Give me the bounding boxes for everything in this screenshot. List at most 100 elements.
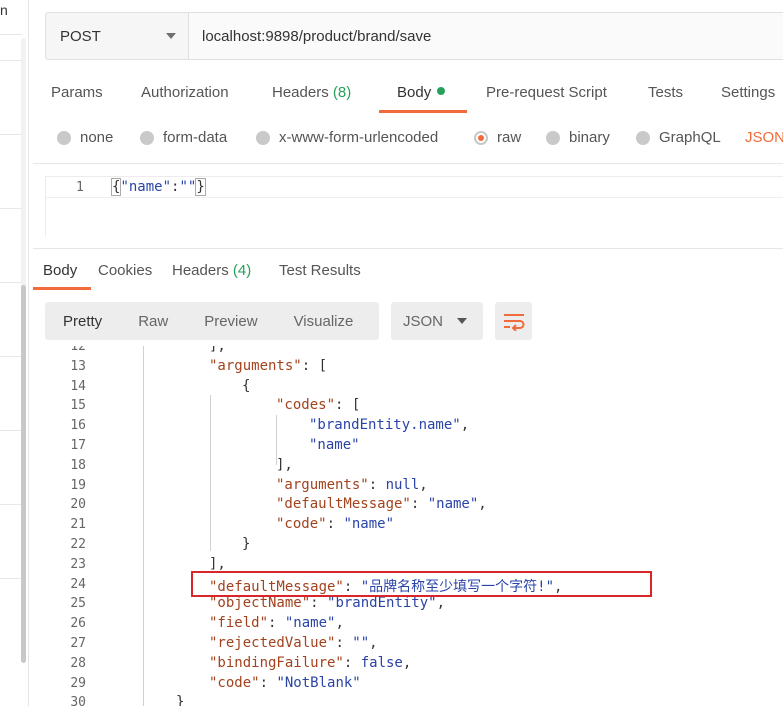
line-number: 26 (70, 616, 86, 632)
tab-settings[interactable]: Settings (721, 84, 775, 101)
code-text: "brandEntity.name", (309, 417, 470, 434)
method-select[interactable]: POST (46, 13, 189, 59)
view-visualize-button[interactable]: Visualize (276, 302, 372, 340)
tab-test-results[interactable]: Test Results (279, 262, 361, 279)
tab-pre-request-script[interactable]: Pre-request Script (486, 84, 607, 101)
code-line: 15 "codes": [ (33, 397, 783, 417)
divider (33, 248, 783, 249)
request-tabs: Params Authorization Headers (8) Body Pr… (33, 80, 783, 113)
line-number: 15 (70, 398, 86, 414)
code-line: 13 "arguments": [ (33, 358, 783, 378)
sidebar-scrollbar-thumb[interactable] (21, 285, 26, 663)
response-headers-count: (4) (232, 262, 252, 279)
sidebar-divider (0, 578, 22, 579)
active-tab-underline (379, 110, 467, 113)
code-line: 21 "code": "name" (33, 516, 783, 536)
sidebar-glyph: n (0, 2, 8, 18)
radio-circle (140, 130, 154, 145)
sidebar-divider (0, 504, 22, 505)
chevron-down-icon (457, 318, 467, 324)
code-line: 25 "objectName": "brandEntity", (33, 595, 783, 615)
code-text: ], (209, 555, 226, 572)
line-number: 27 (70, 636, 86, 651)
code-text: "objectName": "brandEntity", (209, 595, 446, 612)
sidebar-divider (0, 134, 22, 135)
code-line: 27 "rejectedValue": "", (33, 635, 783, 655)
tab-headers[interactable]: Headers (8) (272, 84, 351, 101)
response-format-select[interactable]: JSON (391, 302, 483, 340)
wrap-lines-icon (503, 314, 524, 331)
code-line: 17 "name" (33, 437, 783, 457)
radio-circle (636, 130, 650, 145)
code-line: 20 "defaultMessage": "name", (33, 496, 783, 516)
headers-count: (8) (332, 84, 352, 101)
code-text: } (176, 694, 185, 706)
line-number: 1 (76, 180, 84, 195)
radio-none[interactable]: none (57, 129, 113, 146)
response-body-viewer[interactable]: 12], 13 "arguments": [14{15 "codes": [16 "br… (33, 346, 783, 706)
code-text: ], (276, 456, 293, 473)
request-panel: POST localhost:9898/product/brand/save P… (33, 0, 783, 706)
active-tab-underline (33, 287, 91, 290)
code-text: "arguments": null, (276, 476, 428, 493)
body-format-select[interactable]: JSON (745, 129, 783, 146)
code-line: 29 "code": "NotBlank" (33, 675, 783, 695)
divider (33, 163, 783, 164)
radio-circle (546, 130, 560, 145)
tab-authorization[interactable]: Authorization (141, 84, 229, 101)
method-label: POST (60, 27, 101, 45)
annotation-highlight-box (191, 571, 652, 597)
radio-binary[interactable]: binary (546, 129, 610, 146)
chevron-down-icon (166, 33, 176, 39)
request-body-code: {"name":""} (110, 178, 206, 196)
code-text: "name" (309, 437, 360, 453)
code-text: "field": "name", (209, 615, 344, 632)
request-body-editor[interactable]: 1 {"name":""} (45, 176, 783, 236)
code-line: 12], (33, 346, 783, 358)
line-number: 29 (70, 675, 86, 691)
line-number: 23 (70, 556, 86, 572)
url-input[interactable]: localhost:9898/product/brand/save (189, 13, 783, 59)
code-text: ], (209, 346, 226, 354)
line-number: 28 (70, 655, 86, 671)
request-url-bar: POST localhost:9898/product/brand/save (45, 12, 783, 60)
view-pretty-button[interactable]: Pretty (45, 302, 120, 340)
radio-raw[interactable]: raw (474, 129, 521, 146)
radio-circle (57, 130, 71, 145)
code-line: 16 "brandEntity.name", (33, 417, 783, 437)
code-text: } (242, 536, 251, 552)
view-preview-button[interactable]: Preview (186, 302, 275, 340)
radio-form-data[interactable]: form-data (140, 129, 227, 146)
code-text: "defaultMessage": "name", (276, 496, 487, 513)
line-number: 24 (70, 576, 86, 592)
line-number: 30 (70, 695, 86, 706)
wrap-lines-button[interactable] (495, 302, 532, 340)
sidebar-divider (0, 208, 22, 209)
code-text: "code": "name" (276, 516, 395, 533)
line-number: 20 (70, 497, 86, 513)
line-number: 22 (70, 537, 86, 552)
tab-response-headers[interactable]: Headers (4) (172, 262, 251, 279)
code-line: 30} (33, 694, 783, 706)
tab-tests[interactable]: Tests (648, 84, 683, 101)
tab-cookies[interactable]: Cookies (98, 262, 152, 279)
code-line: 14 { (33, 378, 783, 398)
code-text: "code": "NotBlank" (209, 674, 361, 691)
body-type-selector: none form-data x-www-form-urlencoded raw… (33, 124, 783, 152)
tab-response-body[interactable]: Body (43, 262, 77, 279)
line-number: 14 (70, 378, 86, 394)
code-line: 28 "bindingFailure": false, (33, 655, 783, 675)
radio-graphql[interactable]: GraphQL (636, 129, 721, 146)
sidebar-divider (0, 430, 22, 431)
view-raw-button[interactable]: Raw (120, 302, 186, 340)
radio-circle-selected (474, 130, 488, 145)
collections-sidebar: n (0, 0, 29, 706)
line-number: 25 (70, 596, 86, 612)
radio-x-www-form-urlencoded[interactable]: x-www-form-urlencoded (256, 129, 438, 146)
line-number: 12 (70, 346, 86, 354)
editor-rule (46, 197, 783, 198)
tab-params[interactable]: Params (51, 84, 103, 101)
tab-body[interactable]: Body (397, 84, 446, 101)
response-format-label: JSON (403, 312, 444, 330)
radio-circle (256, 130, 270, 145)
